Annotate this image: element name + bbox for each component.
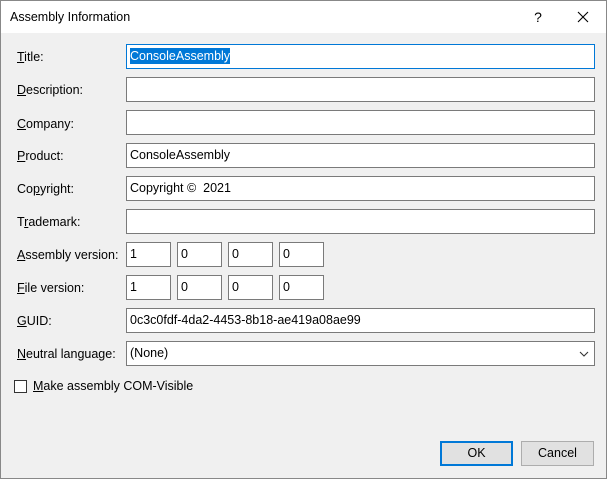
neutral-language-label: Neutral language: [17, 347, 116, 361]
guid-field[interactable]: 0c3c0fdf-4da2-4453-8b18-ae419a08ae99 [126, 308, 595, 333]
copyright-label: Copyright: [17, 182, 74, 196]
assembly-version-label: Assembly version: [17, 248, 119, 262]
com-visible-checkbox[interactable] [14, 380, 27, 393]
title-label: Title: [17, 50, 44, 64]
trademark-label: Trademark: [17, 215, 81, 229]
chevron-down-icon [579, 351, 589, 357]
file-version-minor[interactable]: 0 [177, 275, 222, 300]
assembly-version-build[interactable]: 0 [228, 242, 273, 267]
file-version-major[interactable]: 1 [126, 275, 171, 300]
assembly-version-minor[interactable]: 0 [177, 242, 222, 267]
cancel-button[interactable]: Cancel [521, 441, 594, 466]
guid-label: GUID: [17, 314, 52, 328]
description-field[interactable] [126, 77, 595, 102]
neutral-language-value: (None) [130, 346, 169, 360]
file-version-revision[interactable]: 0 [279, 275, 324, 300]
trademark-field[interactable] [126, 209, 595, 234]
description-label: Description: [17, 83, 84, 97]
ok-button[interactable]: OK [440, 441, 513, 466]
company-label: Company: [17, 117, 74, 131]
com-visible-label[interactable]: Make assembly COM-Visible [33, 379, 193, 393]
neutral-language-select[interactable]: (None) [126, 341, 595, 366]
file-version-label: File version: [17, 281, 85, 295]
product-field[interactable]: ConsoleAssembly [126, 143, 595, 168]
close-button[interactable] [560, 1, 606, 33]
help-button[interactable]: ? [515, 1, 561, 33]
title-value: ConsoleAssembly [130, 48, 231, 64]
product-label: Product: [17, 149, 64, 163]
company-field[interactable] [126, 110, 595, 135]
copyright-field[interactable]: Copyright © 2021 [126, 176, 595, 201]
assembly-information-dialog: Assembly Information ? Title: ConsoleAss… [0, 0, 607, 479]
close-icon [577, 11, 589, 23]
title-bar: Assembly Information ? [1, 1, 606, 33]
title-field[interactable]: ConsoleAssembly [126, 44, 595, 69]
assembly-version-major[interactable]: 1 [126, 242, 171, 267]
assembly-version-revision[interactable]: 0 [279, 242, 324, 267]
file-version-build[interactable]: 0 [228, 275, 273, 300]
window-title: Assembly Information [10, 10, 131, 24]
